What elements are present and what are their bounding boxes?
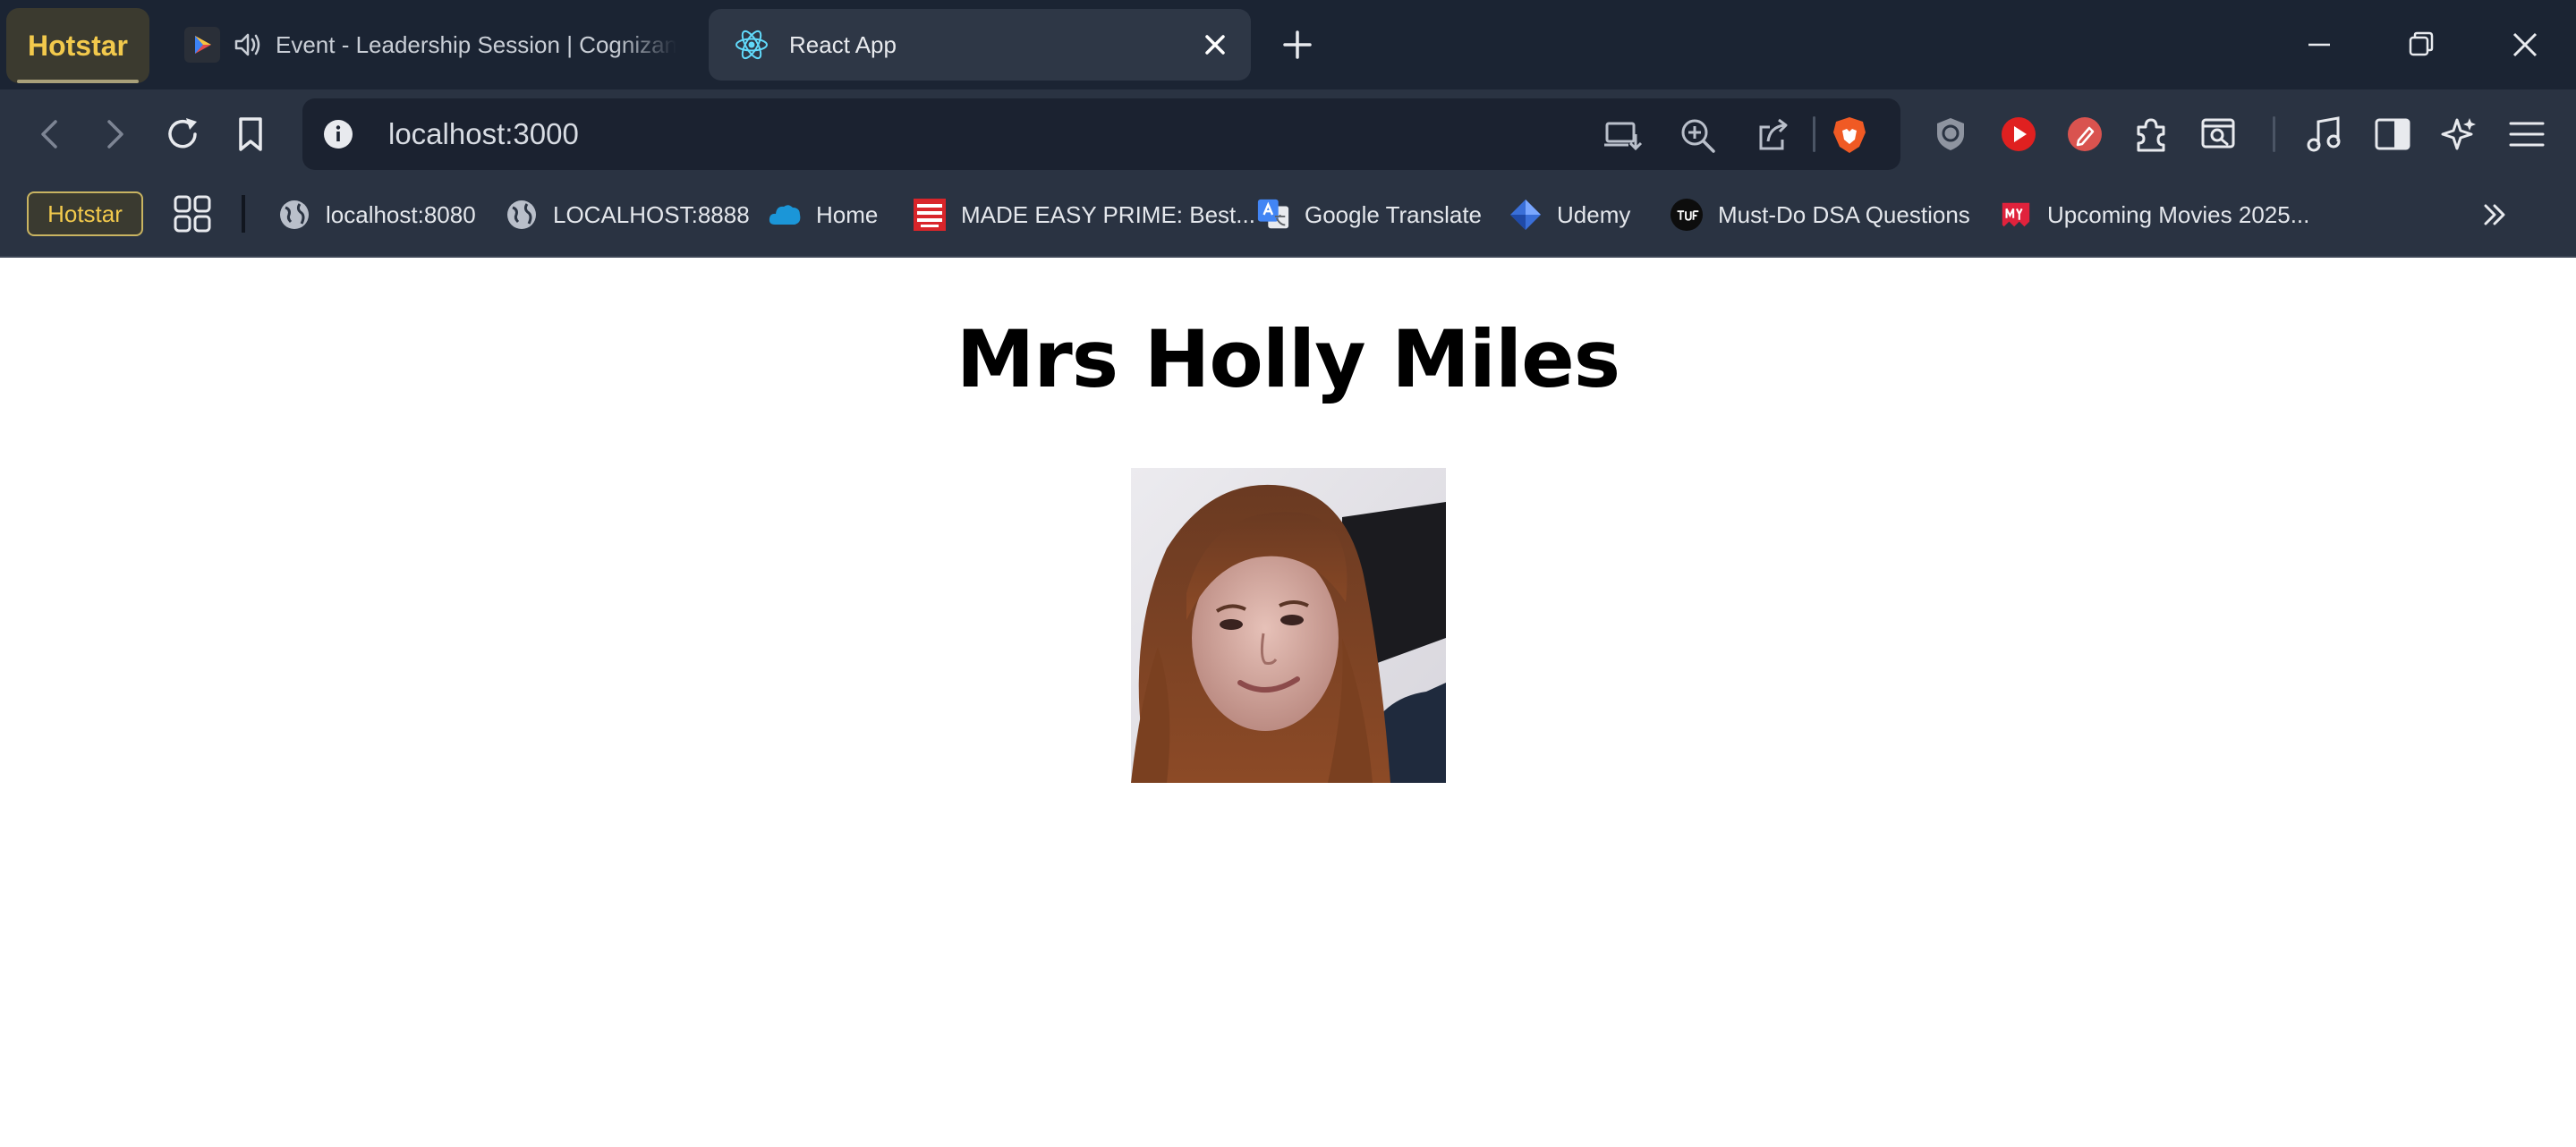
install-app-icon[interactable] xyxy=(1602,115,1643,156)
screen-search-icon[interactable] xyxy=(2198,113,2240,156)
page-content: Mrs Holly Miles xyxy=(0,259,2576,1147)
reload-icon[interactable] xyxy=(161,113,204,156)
share-icon[interactable] xyxy=(1752,115,1793,156)
globe-icon xyxy=(505,198,539,232)
pinned-tab-hotstar[interactable]: Hotstar xyxy=(6,8,149,83)
tab-strip: Hotstar Event - Leadership Session | Cog… xyxy=(0,0,2576,89)
sidebar-toggle-icon[interactable] xyxy=(2371,113,2414,156)
bookmark-hotstar[interactable]: Hotstar xyxy=(27,191,143,236)
tab-react-app[interactable]: React App xyxy=(709,9,1251,81)
leo-ai-icon[interactable] xyxy=(2437,113,2480,156)
bookmarks-bar: Hotstar localhost:8080 LOCALHOST:8888 Ho… xyxy=(0,179,2576,258)
main-menu-icon[interactable] xyxy=(2505,113,2548,156)
bookmark-label: Home xyxy=(816,200,879,228)
music-note-icon[interactable] xyxy=(2303,113,2346,156)
speaker-icon[interactable] xyxy=(233,30,263,60)
tuf-icon xyxy=(1670,198,1704,232)
bookmark-home[interactable]: Home xyxy=(768,191,878,238)
profile-photo xyxy=(1131,468,1446,783)
bookmark-icon[interactable] xyxy=(229,113,272,156)
pen-extension-icon[interactable] xyxy=(2063,113,2106,156)
play-favicon-icon xyxy=(184,27,220,63)
toolbar-divider xyxy=(2273,116,2275,152)
new-tab-plus-icon[interactable] xyxy=(1278,25,1317,64)
window-close-icon[interactable] xyxy=(2505,25,2545,64)
bookmark-label: MADE EASY PRIME: Best... xyxy=(961,200,1255,228)
tab-title: Event - Leadership Session | Cognizant-E xyxy=(276,30,676,58)
my-icon xyxy=(1999,198,2033,232)
restore-icon[interactable] xyxy=(2402,25,2441,64)
zoom-icon[interactable] xyxy=(1677,115,1718,156)
bookmark-label: Upcoming Movies 2025... xyxy=(2047,200,2310,228)
bookmark-must-do-dsa[interactable]: Must-Do DSA Questions xyxy=(1670,191,1970,238)
address-bar[interactable]: localhost:3000 xyxy=(302,98,1900,170)
bookmark-label: Google Translate xyxy=(1305,200,1483,228)
chevron-double-right-icon[interactable] xyxy=(2478,199,2511,231)
pinned-tab-indicator xyxy=(17,80,139,83)
tab-title: React App xyxy=(789,30,897,58)
made-easy-icon xyxy=(913,198,947,232)
close-tab-icon[interactable] xyxy=(1199,29,1231,61)
bookmark-label: Must-Do DSA Questions xyxy=(1718,200,1970,228)
brave-shields-icon[interactable] xyxy=(1829,115,1870,156)
brave-rewards-icon[interactable] xyxy=(1929,113,1972,156)
bookmark-label: localhost:8080 xyxy=(326,200,476,228)
bookmarks-separator xyxy=(242,195,245,233)
forward-icon[interactable] xyxy=(93,113,136,156)
bookmark-localhost-8888[interactable]: LOCALHOST:8888 xyxy=(505,191,750,238)
apps-grid-icon[interactable] xyxy=(172,193,213,234)
back-icon[interactable] xyxy=(29,113,72,156)
bookmark-google-translate[interactable]: Google Translate xyxy=(1256,191,1482,238)
bookmark-upcoming-movies[interactable]: Upcoming Movies 2025... xyxy=(1999,191,2309,238)
minimize-icon[interactable] xyxy=(2300,25,2339,64)
bookmark-localhost-8080[interactable]: localhost:8080 xyxy=(277,191,476,238)
react-logo-icon xyxy=(734,27,769,63)
globe-icon xyxy=(277,198,311,232)
google-translate-icon xyxy=(1256,198,1290,232)
tab-event-leadership[interactable]: Event - Leadership Session | Cognizant-E xyxy=(175,9,676,81)
pinned-tab-label: Hotstar xyxy=(27,29,128,62)
bookmark-label: Udemy xyxy=(1557,200,1631,228)
url-text[interactable]: localhost:3000 xyxy=(388,98,579,170)
omnibox-divider xyxy=(1813,116,1815,152)
salesforce-cloud-icon xyxy=(768,198,802,232)
bookmark-udemy[interactable]: Udemy xyxy=(1509,191,1630,238)
site-info-icon[interactable] xyxy=(322,118,354,150)
bookmark-hotstar-label: Hotstar xyxy=(47,200,123,227)
bookmark-made-easy[interactable]: MADE EASY PRIME: Best... xyxy=(913,191,1255,238)
bookmark-label: LOCALHOST:8888 xyxy=(553,200,750,228)
extensions-puzzle-icon[interactable] xyxy=(2130,113,2172,156)
youtube-extension-icon[interactable] xyxy=(1997,113,2040,156)
browser-toolbar: localhost:3000 xyxy=(0,89,2576,179)
page-heading: Mrs Holly Miles xyxy=(956,313,1620,405)
udemy-icon xyxy=(1509,198,1543,232)
